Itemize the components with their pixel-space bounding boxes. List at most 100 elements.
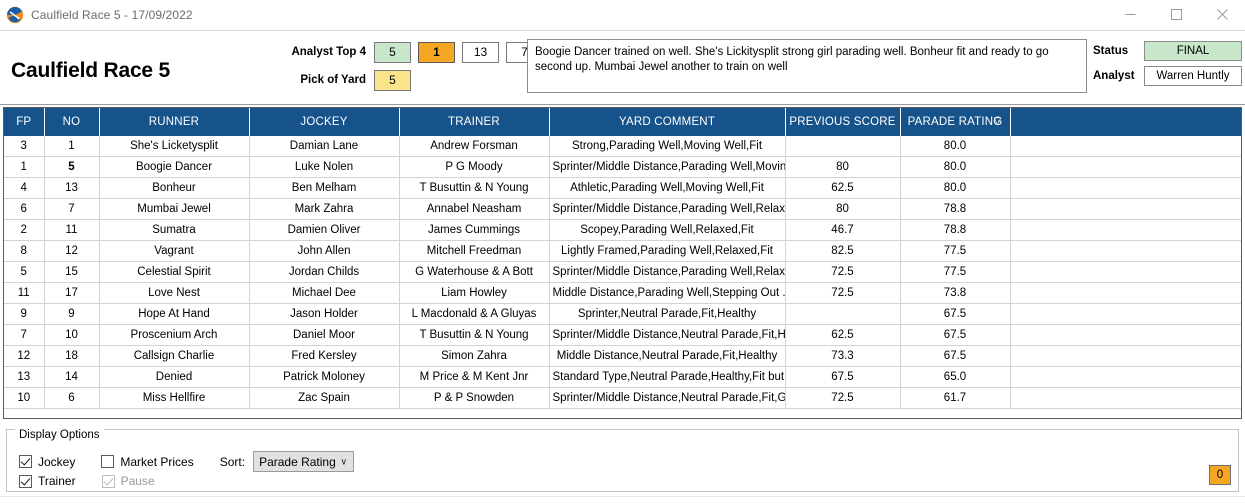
status-block: Status FINAL Analyst Warren Huntly (1093, 41, 1242, 91)
cell-blank (1010, 366, 1241, 388)
sort-descending-icon: ▽ (993, 116, 1002, 127)
column-header-previous-score[interactable]: PREVIOUS SCORE (785, 108, 901, 136)
table-row[interactable]: 9 9 Hope At Hand Jason Holder L Macdonald & … (4, 303, 1241, 325)
cell-yard-comment: Sprinter,Neutral Parade,Fit,Healthy (549, 303, 786, 325)
column-header-blank[interactable] (1010, 108, 1241, 136)
close-button[interactable] (1199, 0, 1245, 29)
table-body: 3 1 She's Licketysplit Damian Lane Andrew Fo… (4, 136, 1241, 409)
table-row[interactable]: 2 11 Sumatra Damien Oliver James Cummings Sco… (4, 219, 1241, 241)
minimize-button[interactable] (1107, 0, 1153, 29)
cell-no: 10 (44, 324, 100, 346)
table-row[interactable]: 7 10 Proscenium Arch Daniel Moor T Busuttin … (4, 324, 1241, 346)
cell-jockey: John Allen (249, 240, 400, 262)
jockey-checkbox[interactable] (19, 455, 32, 468)
cell-previous-score: 80 (785, 198, 901, 220)
trainer-checkbox-label[interactable]: Trainer (38, 474, 76, 488)
cell-trainer: Annabel Neasham (399, 198, 550, 220)
cell-runner: Hope At Hand (99, 303, 250, 325)
cell-trainer: Liam Howley (399, 282, 550, 304)
analyst-comment-box[interactable]: Boogie Dancer trained on well. She's Lic… (527, 39, 1087, 93)
cell-parade-rating: 78.8 (900, 198, 1011, 220)
cell-fp: 10 (4, 387, 45, 409)
cell-fp: 2 (4, 219, 45, 241)
cell-trainer: T Busuttin & N Young (399, 324, 550, 346)
cell-blank (1010, 136, 1241, 157)
cell-runner: Mumbai Jewel (99, 198, 250, 220)
runners-table: FP NO RUNNER JOCKEY TRAINER YARD COMMENT… (4, 108, 1241, 409)
column-header-runner[interactable]: RUNNER (99, 108, 250, 136)
status-bar (0, 496, 1245, 503)
table-row[interactable]: 1 5 Boogie Dancer Luke Nolen P G Moody Sprint… (4, 156, 1241, 178)
cell-blank (1010, 261, 1241, 283)
runners-grid: FP NO RUNNER JOCKEY TRAINER YARD COMMENT… (3, 107, 1242, 419)
cell-no: 17 (44, 282, 100, 304)
table-row[interactable]: 3 1 She's Licketysplit Damian Lane Andrew Fo… (4, 136, 1241, 157)
cell-jockey: Damian Lane (249, 136, 400, 157)
cell-parade-rating: 67.5 (900, 345, 1011, 367)
count-badge[interactable]: 0 (1209, 465, 1231, 485)
cell-yard-comment: Middle Distance,Neutral Parade,Fit,Healt… (549, 345, 786, 367)
cell-trainer: L Macdonald & A Gluyas (399, 303, 550, 325)
table-row[interactable]: 13 14 Denied Patrick Moloney M Price & M Ken… (4, 366, 1241, 388)
analyst-top4-pick-2[interactable]: 1 (418, 41, 455, 63)
cell-runner: Boogie Dancer (99, 156, 250, 178)
cell-runner: Love Nest (99, 282, 250, 304)
column-header-no[interactable]: NO (44, 108, 100, 136)
cell-parade-rating: 65.0 (900, 366, 1011, 388)
cell-no: 1 (44, 136, 100, 157)
cell-no: 14 (44, 366, 100, 388)
cell-yard-comment: Sprinter/Middle Distance,Parading Well,R… (549, 198, 786, 220)
maximize-button[interactable] (1153, 0, 1199, 29)
options-row-1: Jockey Market Prices Sort: Parade Rating… (19, 451, 355, 472)
cell-runner: Bonheur (99, 177, 250, 199)
column-header-parade-rating[interactable]: PARADE RATING ▽ (900, 108, 1011, 136)
table-row[interactable]: 12 18 Callsign Charlie Fred Kersley Simon Za… (4, 345, 1241, 367)
race-header-panel: Caulfield Race 5 Analyst Top 4 5 1 13 7 … (0, 30, 1245, 105)
cell-trainer: Simon Zahra (399, 345, 550, 367)
market-prices-checkbox[interactable] (101, 455, 115, 468)
table-row[interactable]: 5 15 Celestial Spirit Jordan Childs G Waterh… (4, 261, 1241, 283)
cell-previous-score: 82.5 (785, 240, 901, 262)
column-header-fp[interactable]: FP (4, 108, 45, 136)
cell-jockey: Fred Kersley (249, 345, 400, 367)
analyst-top4-label: Analyst Top 4 (291, 46, 366, 58)
cell-parade-rating: 80.0 (900, 177, 1011, 199)
cell-runner: Sumatra (99, 219, 250, 241)
table-header-row: FP NO RUNNER JOCKEY TRAINER YARD COMMENT… (4, 108, 1241, 136)
cell-previous-score: 72.5 (785, 261, 901, 283)
analyst-top4-pick-3[interactable]: 13 (462, 41, 499, 63)
column-header-parade-rating-label: PARADE RATING (907, 116, 1003, 128)
cell-fp: 5 (4, 261, 45, 283)
table-row[interactable]: 4 13 Bonheur Ben Melham T Busuttin & N Young… (4, 177, 1241, 199)
cell-fp: 7 (4, 324, 45, 346)
column-header-trainer[interactable]: TRAINER (399, 108, 550, 136)
cell-blank (1010, 387, 1241, 409)
column-header-yard-comment[interactable]: YARD COMMENT (549, 108, 786, 136)
pick-of-yard-value[interactable]: 5 (374, 69, 411, 91)
cell-jockey: Patrick Moloney (249, 366, 400, 388)
cell-no: 13 (44, 177, 100, 199)
column-header-jockey[interactable]: JOCKEY (249, 108, 400, 136)
table-row[interactable]: 11 17 Love Nest Michael Dee Liam Howley Middl… (4, 282, 1241, 304)
market-prices-checkbox-label[interactable]: Market Prices (120, 455, 193, 469)
picks-block: Analyst Top 4 5 1 13 7 Pick of Yard 5 (282, 40, 550, 96)
cell-previous-score: 46.7 (785, 219, 901, 241)
cell-blank (1010, 240, 1241, 262)
table-row[interactable]: 8 12 Vagrant John Allen Mitchell Freedman Lig… (4, 240, 1241, 262)
cell-parade-rating: 61.7 (900, 387, 1011, 409)
analyst-top4-pick-1[interactable]: 5 (374, 41, 411, 63)
app-icon (6, 6, 24, 24)
table-row[interactable]: 6 7 Mumbai Jewel Mark Zahra Annabel Neasham S… (4, 198, 1241, 220)
display-options-panel: Display Options Jockey Market Prices Sor… (3, 423, 1242, 496)
sort-select[interactable]: Parade Rating ∨ (253, 451, 355, 472)
cell-no: 5 (44, 156, 100, 178)
cell-trainer: Andrew Forsman (399, 136, 550, 157)
table-row[interactable]: 10 6 Miss Hellfire Zac Spain P & P Snowden Sp… (4, 387, 1241, 409)
cell-no: 12 (44, 240, 100, 262)
status-row: Status FINAL (1093, 41, 1242, 61)
status-badge: FINAL (1144, 41, 1242, 61)
cell-fp: 1 (4, 156, 45, 178)
trainer-checkbox[interactable] (19, 474, 32, 488)
cell-no: 18 (44, 345, 100, 367)
jockey-checkbox-label[interactable]: Jockey (38, 455, 75, 469)
